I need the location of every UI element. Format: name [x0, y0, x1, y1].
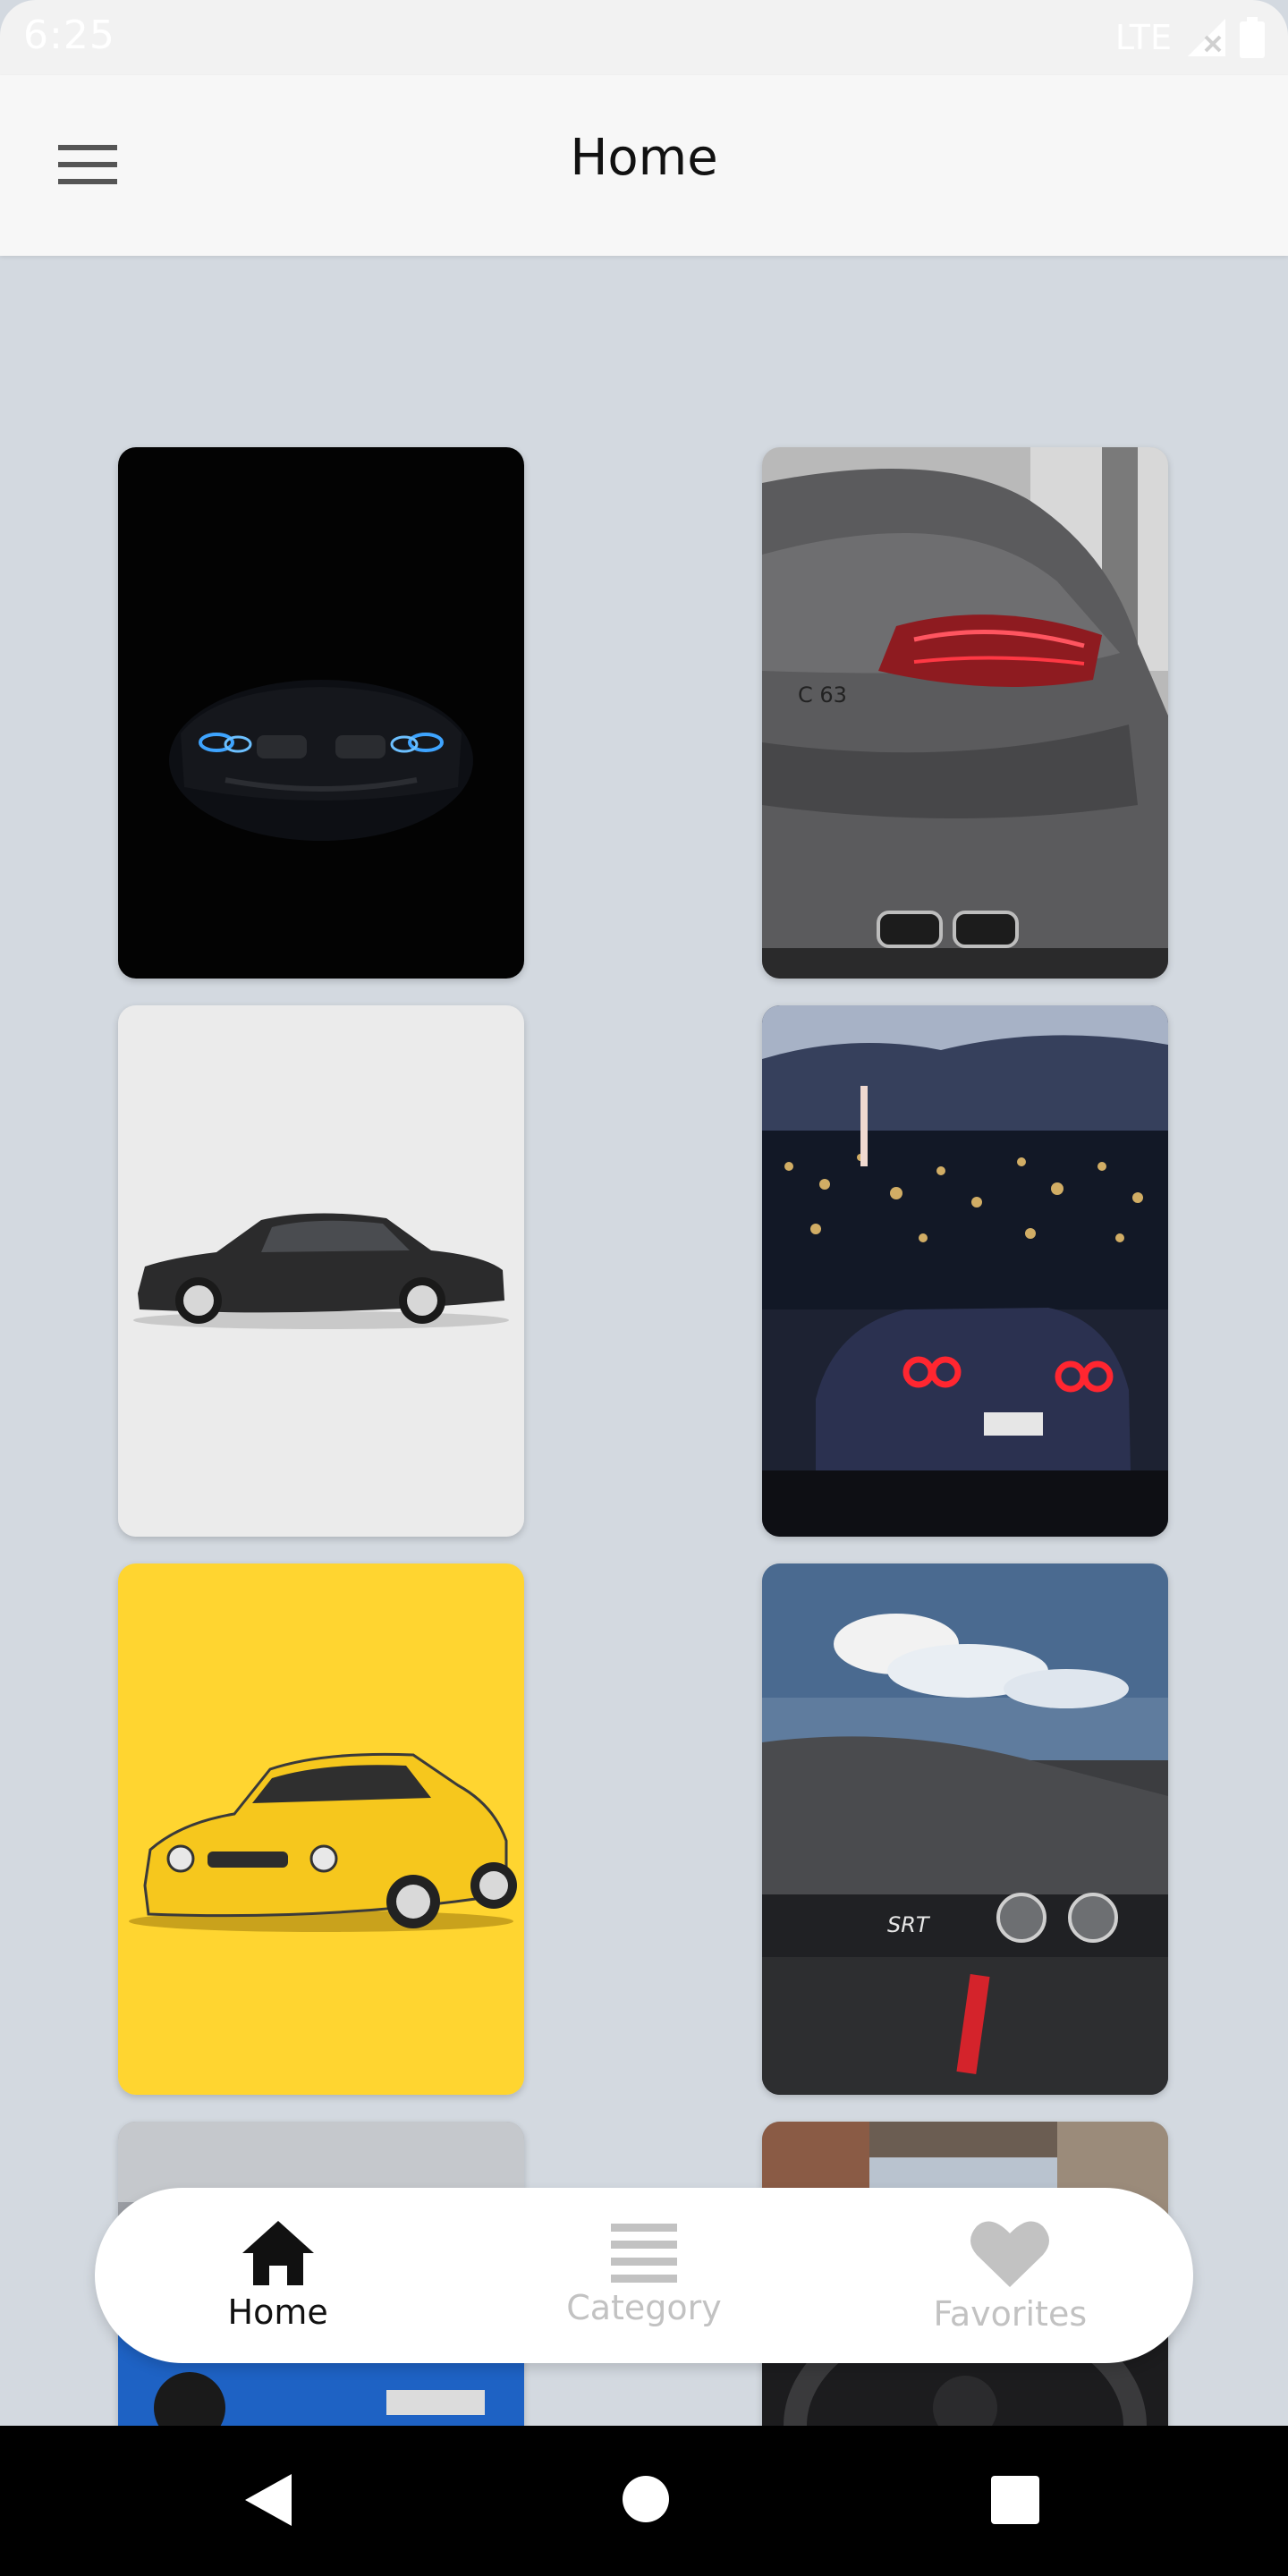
wallpaper-image: [118, 1005, 524, 1537]
app-bar: Home: [0, 75, 1288, 256]
nav-item-favorites[interactable]: Favorites: [885, 2199, 1135, 2351]
nav-item-home[interactable]: Home: [153, 2199, 403, 2351]
nav-item-category[interactable]: Category: [519, 2199, 769, 2351]
wallpaper-card-black-sedan[interactable]: [118, 1005, 524, 1537]
nav-label-home: Home: [227, 2292, 328, 2332]
wallpaper-grid: C 63 SRT: [0, 256, 1288, 2426]
wallpaper-card-yellow-car[interactable]: [118, 1563, 524, 2095]
system-navigation-bar: [0, 2426, 1288, 2576]
wallpaper-image: [118, 1563, 524, 2095]
page-title: Home: [570, 129, 718, 187]
status-bar: 6:25 LTE: [0, 0, 1288, 75]
wallpaper-image: [118, 447, 524, 979]
wallpaper-card-challenger-srt[interactable]: SRT: [762, 1563, 1168, 2095]
heart-icon: [970, 2221, 1050, 2287]
nav-label-favorites: Favorites: [933, 2294, 1088, 2334]
wallpaper-card-gtr-night[interactable]: [762, 1005, 1168, 1537]
bottom-navigation: Home Category Favorites: [95, 2188, 1193, 2363]
wallpaper-image: C 63: [762, 447, 1168, 979]
wallpaper-image: [762, 1005, 1168, 1537]
signal-icon: [1188, 19, 1225, 56]
recents-square-icon[interactable]: [991, 2476, 1039, 2524]
wallpaper-image: SRT: [762, 1563, 1168, 2095]
wallpaper-card-mercedes-rear[interactable]: C 63: [762, 447, 1168, 979]
status-time: 6:25: [23, 13, 115, 58]
status-icons: LTE: [1115, 13, 1265, 63]
wallpaper-card-dark-bmw[interactable]: [118, 447, 524, 979]
network-label: LTE: [1114, 18, 1172, 57]
home-circle-icon[interactable]: [621, 2474, 671, 2524]
nav-label-category: Category: [566, 2288, 722, 2327]
list-icon: [610, 2224, 677, 2283]
battery-icon: [1240, 17, 1265, 58]
home-icon: [242, 2221, 314, 2285]
svg-text:C 63: C 63: [798, 682, 847, 708]
svg-text:SRT: SRT: [887, 1912, 931, 1937]
back-icon[interactable]: [242, 2470, 295, 2529]
